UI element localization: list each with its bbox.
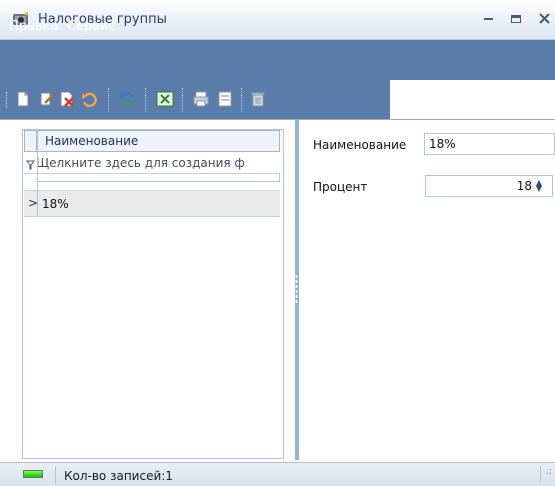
toolbar-empty-area <box>390 80 555 119</box>
app-window: Налоговые группы Правка Сервис Наименова… <box>0 0 555 486</box>
undo-icon[interactable] <box>80 90 98 108</box>
row-indicator: > <box>28 196 39 210</box>
percent-spinner[interactable]: ▲ ▼ <box>534 179 544 194</box>
percent-label: Процент <box>313 180 368 194</box>
menu-edit[interactable]: Правка <box>9 19 58 34</box>
toolbar-separator <box>182 88 183 112</box>
details-panel <box>300 120 555 460</box>
splitter-grip[interactable] <box>295 274 298 304</box>
minimize-icon <box>483 18 493 20</box>
grid-filter-placeholder[interactable]: Щелкните здесь для создания ф <box>36 156 280 170</box>
maximize-button[interactable] <box>506 10 526 28</box>
toolbar-separator <box>145 88 146 112</box>
grid-column-divider <box>37 130 38 217</box>
minimize-button[interactable] <box>478 10 498 28</box>
maximize-icon <box>511 15 521 23</box>
filter-icon <box>26 160 35 170</box>
status-indicator-icon <box>23 470 43 478</box>
print-preview-icon[interactable] <box>216 90 234 108</box>
name-label: Наименование <box>313 138 407 152</box>
toolbar-separator <box>108 88 109 112</box>
status-separator <box>55 466 56 484</box>
close-icon <box>538 13 550 24</box>
grid-column-header[interactable]: Наименование <box>45 134 138 148</box>
trash-icon[interactable] <box>249 90 267 108</box>
print-icon[interactable] <box>192 90 210 108</box>
delete-icon[interactable] <box>58 90 76 108</box>
toolbar-grip[interactable] <box>6 92 8 108</box>
edit-icon[interactable] <box>38 90 56 108</box>
close-button[interactable] <box>534 10 554 28</box>
record-count: Кол-во записей:1 <box>64 469 173 483</box>
export-excel-icon[interactable] <box>156 90 174 108</box>
grid-corner-cell <box>24 130 37 152</box>
new-document-icon[interactable] <box>14 90 32 108</box>
grid-spacer <box>37 174 280 182</box>
refresh-icon[interactable] <box>118 90 136 108</box>
grid-cell-name[interactable]: 18% <box>42 197 69 211</box>
name-field[interactable]: 18% <box>424 133 555 155</box>
menu-bar <box>0 40 555 80</box>
menu-service[interactable]: Сервис <box>67 19 116 34</box>
toolbar-separator <box>241 88 242 112</box>
resize-grip-icon[interactable]: .: <box>540 466 552 482</box>
